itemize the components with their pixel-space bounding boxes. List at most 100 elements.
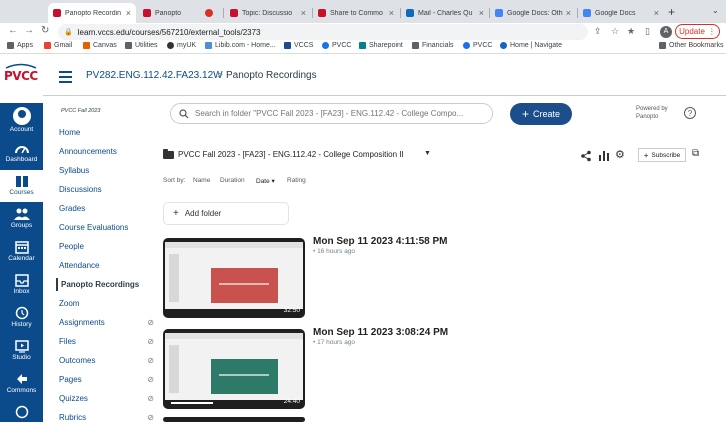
bookmark-star-icon[interactable]: ☆ (611, 26, 619, 37)
course-nav-quizzes[interactable]: Quizzes ⊘ (59, 392, 154, 405)
global-nav-history[interactable]: History (0, 302, 43, 334)
close-tab-icon[interactable]: × (566, 8, 571, 18)
global-nav-dashboard[interactable]: Dashboard (0, 137, 43, 170)
bookmarks-bar: Apps Gmail Canvas Utilities myUK Libib.c… (0, 41, 726, 54)
browser-tab[interactable]: Share to Commo × (313, 3, 399, 23)
bookmark-vccs[interactable]: VCCS (284, 42, 313, 49)
folder-search-box[interactable] (170, 103, 493, 124)
side-panel-icon[interactable]: ▯ (645, 26, 650, 37)
session-title[interactable]: Mon Sep 11 2023 3:08:24 PM (313, 327, 448, 338)
bookmark-myuk[interactable]: myUK (167, 42, 196, 49)
browser-tab[interactable]: Panopto (138, 3, 218, 23)
course-nav-panopto-recordings[interactable]: Panopto Recordings (56, 278, 151, 291)
calendar-icon (14, 241, 29, 254)
session-duration: 32:50 (283, 307, 300, 314)
google-docs-favicon-icon (583, 9, 591, 17)
course-nav-rubrics[interactable]: Rubrics ⊘ (59, 411, 154, 424)
global-nav-help[interactable] (0, 401, 43, 422)
commons-icon (16, 374, 27, 384)
dashboard-icon (14, 146, 29, 154)
browser-tab[interactable]: Panopto Recordin × (48, 3, 136, 23)
bookmark-financials[interactable]: Financials (412, 42, 454, 49)
other-bookmarks[interactable]: Other Bookmarks (659, 42, 723, 49)
course-nav-syllabus[interactable]: Syllabus (59, 164, 154, 177)
session-thumbnail[interactable] (163, 417, 305, 422)
session-title[interactable]: Mon Sep 11 2023 4:11:58 PM (313, 236, 448, 247)
globe-icon (463, 42, 470, 49)
global-nav-calendar[interactable]: Calendar (0, 236, 43, 268)
bookmark-canvas[interactable]: Canvas (83, 42, 117, 49)
share-page-icon[interactable]: ⇪ (594, 26, 602, 37)
global-nav-studio[interactable]: Studio (0, 335, 43, 367)
forward-icon[interactable]: → (24, 25, 34, 36)
global-nav-commons[interactable]: Commons (0, 368, 43, 400)
logo-area[interactable]: PVCC (0, 55, 43, 103)
create-button[interactable]: + Create (510, 103, 572, 125)
sort-by-label: Sort by: (163, 177, 186, 184)
profile-avatar[interactable]: A (660, 26, 672, 38)
course-nav-home[interactable]: Home (59, 126, 154, 139)
reload-icon[interactable]: ↻ (41, 25, 49, 36)
tab-search-chevron-icon[interactable]: ⌄ (712, 6, 719, 15)
share-icon[interactable] (580, 150, 592, 162)
browser-tab[interactable]: Topic: Discussio × (225, 3, 311, 23)
hidden-eye-icon: ⊘ (147, 375, 154, 384)
back-icon[interactable]: ← (8, 25, 18, 36)
session-thumbnail[interactable]: 24:40 (163, 329, 305, 409)
settings-gear-icon[interactable]: ⚙ (615, 148, 625, 161)
close-tab-icon[interactable]: × (654, 8, 659, 18)
sort-date[interactable]: Date ▾ (256, 177, 275, 185)
course-nav-zoom[interactable]: Zoom (59, 297, 154, 310)
browser-tab[interactable]: Google Docs: Oth × (490, 3, 576, 23)
bookmark-gmail[interactable]: Gmail (44, 42, 72, 49)
sort-name[interactable]: Name (193, 177, 210, 184)
close-tab-icon[interactable]: × (301, 8, 306, 18)
global-nav-account[interactable]: Account (0, 104, 43, 137)
add-folder-button[interactable]: + Add folder (163, 202, 289, 225)
course-nav-files[interactable]: Files ⊘ (59, 335, 154, 348)
breadcrumb-course-link[interactable]: PV282.ENG.112.42.FA23.12W (86, 70, 223, 81)
open-external-icon[interactable]: ⧉ (692, 148, 699, 159)
bookmark-libib[interactable]: Libib.com - Home... (205, 42, 276, 49)
course-nav-attendance[interactable]: Attendance (59, 259, 154, 272)
bookmark-pvcc-2[interactable]: PVCC (463, 42, 492, 49)
browser-tab[interactable]: Google Docs × (578, 3, 664, 23)
sort-duration[interactable]: Duration (220, 177, 245, 184)
stats-icon[interactable] (599, 150, 609, 162)
update-button[interactable]: Update ⋮ (675, 24, 720, 39)
session-thumbnail[interactable]: 32:50 (163, 238, 305, 318)
browser-tab[interactable]: Mail - Charles Qu × (401, 3, 489, 23)
course-nav-pages[interactable]: Pages ⊘ (59, 373, 154, 386)
course-nav-outcomes[interactable]: Outcomes ⊘ (59, 354, 154, 367)
search-input[interactable] (195, 109, 475, 118)
plus-icon: + (521, 107, 529, 121)
subscribe-button[interactable]: + Subscribe (638, 148, 686, 162)
new-tab-icon[interactable]: + (668, 5, 675, 19)
course-nav-grades[interactable]: Grades (59, 202, 154, 215)
hamburger-menu-icon[interactable] (59, 71, 72, 86)
close-tab-icon[interactable]: × (389, 8, 394, 18)
course-nav-announcements[interactable]: Announcements (59, 145, 154, 158)
bookmark-utilities[interactable]: Utilities (125, 42, 158, 49)
bookmark-navigate[interactable]: Home | Navigate (500, 42, 562, 49)
global-nav-groups[interactable]: Groups (0, 203, 43, 235)
course-nav-course-evaluations[interactable]: Course Evaluations (59, 221, 154, 234)
course-nav-assignments[interactable]: Assignments ⊘ (59, 316, 154, 329)
course-nav-discussions[interactable]: Discussions (59, 183, 154, 196)
bookmark-apps[interactable]: Apps (7, 42, 33, 49)
close-tab-icon[interactable]: × (479, 8, 484, 18)
pvcc-favicon-icon (318, 9, 326, 17)
session-duration: 24:40 (283, 398, 300, 405)
sort-rating[interactable]: Rating (287, 177, 306, 184)
bookmark-sharepoint[interactable]: Sharepoint (359, 42, 403, 49)
hidden-eye-icon: ⊘ (147, 337, 154, 346)
address-bar[interactable]: 🔒 learn.vccs.edu/courses/567210/external… (58, 24, 588, 40)
help-icon[interactable]: ? (684, 107, 696, 119)
course-nav-people[interactable]: People (59, 240, 154, 253)
close-tab-icon[interactable]: × (126, 8, 131, 18)
bookmark-pvcc[interactable]: PVCC (322, 42, 351, 49)
star-icon[interactable]: ★ (627, 26, 635, 37)
global-nav-inbox[interactable]: Inbox (0, 269, 43, 301)
folder-dropdown-icon[interactable]: ▼ (424, 150, 431, 157)
global-nav-courses[interactable]: Courses (0, 170, 43, 202)
